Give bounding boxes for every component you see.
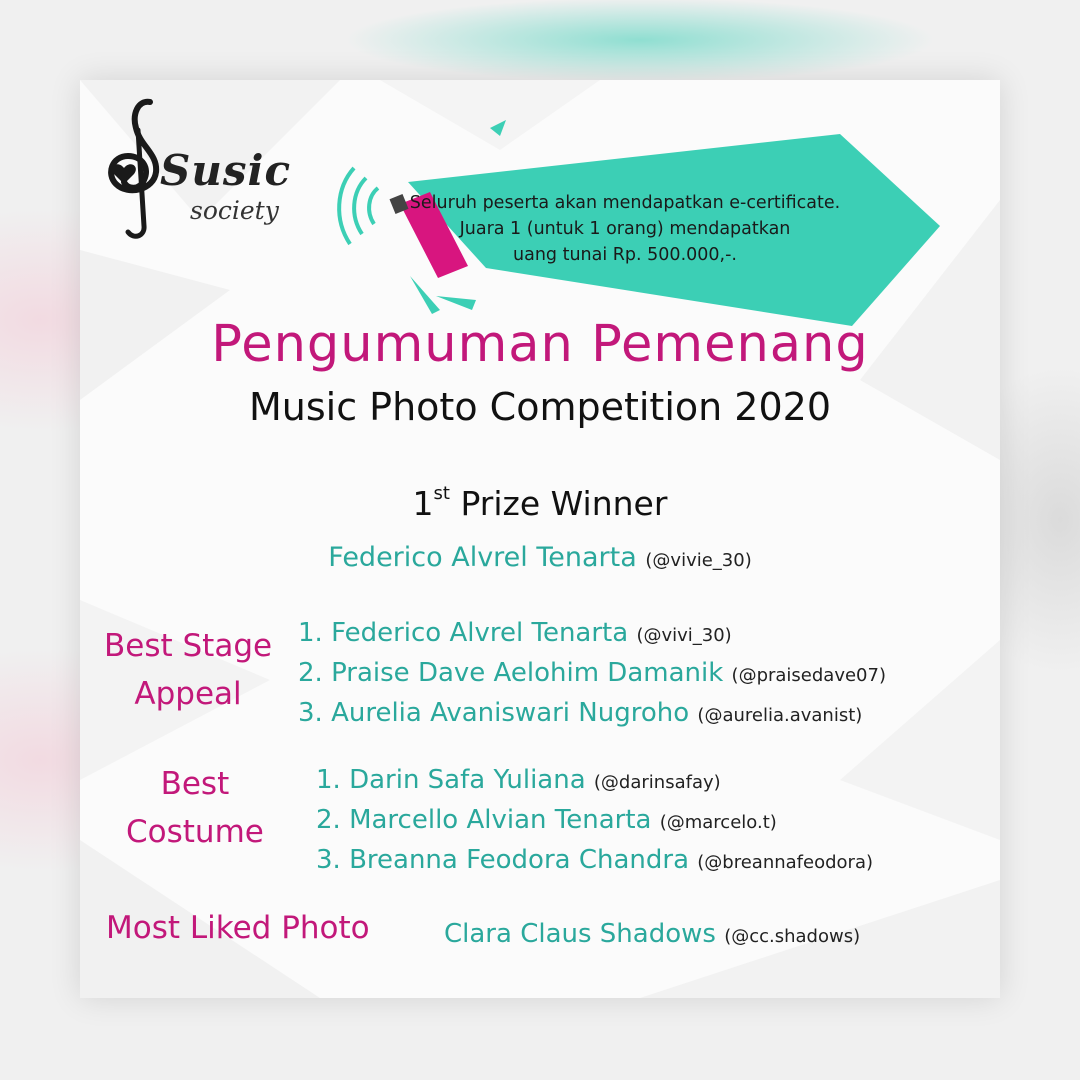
first-prize-label: Prize Winner	[460, 484, 668, 523]
winner-name: Federico Alvrel Tenarta	[328, 542, 637, 573]
page-title: Pengumuman Pemenang	[211, 315, 869, 374]
first-prize-winner: Federico Alvrel Tenarta (@vivie_30)	[80, 542, 1000, 573]
page-subtitle: Music Photo Competition 2020	[248, 385, 831, 429]
list-item: 2. Marcello Alvian Tenarta (@marcelo.t)	[316, 805, 777, 835]
music-society-logo: Susic society	[98, 94, 298, 244]
list-item: Clara Claus Shadows (@cc.shadows)	[444, 919, 861, 949]
first-prize-suffix: st	[433, 483, 450, 504]
list-item: 3. Breanna Feodora Chandra (@breannafeod…	[316, 845, 874, 875]
category-most-liked: Most Liked Photo	[106, 910, 370, 946]
banner-text: Seluruh peserta akan mendapatkan e-certi…	[360, 190, 890, 268]
list-item: 3. Aurelia Avaniswari Nugroho (@aurelia.…	[298, 698, 863, 728]
category-label: Best Stage	[104, 628, 273, 664]
category-label: Costume	[126, 814, 264, 850]
category-best-costume: Best Costume	[126, 760, 264, 856]
category-label: Appeal	[134, 676, 242, 712]
list-item: 2. Praise Dave Aelohim Damanik (@praised…	[298, 658, 886, 688]
category-best-stage-appeal: Best Stage Appeal	[104, 622, 272, 718]
list-item: 1. Darin Safa Yuliana (@darinsafay)	[316, 765, 721, 795]
banner-line: Juara 1 (untuk 1 orang) mendapatkan	[459, 219, 791, 239]
first-prize-heading: 1st Prize Winner	[80, 483, 1000, 523]
announcement-card: Susic society Seluruh peserta akan menda…	[80, 80, 1000, 998]
winner-handle: (@vivie_30)	[645, 550, 752, 571]
banner-line: Seluruh peserta akan mendapatkan e-certi…	[409, 193, 841, 213]
outer-frame: Susic society Seluruh peserta akan menda…	[0, 0, 1080, 1080]
banner-line: uang tunai Rp. 500.000,-.	[513, 245, 737, 265]
logo-wordmark: Susic	[160, 146, 292, 195]
first-prize-number: 1	[412, 484, 434, 523]
logo-subtitle: society	[190, 196, 279, 225]
list-item: 1. Federico Alvrel Tenarta (@vivi_30)	[298, 618, 732, 648]
category-label: Best	[160, 766, 230, 802]
